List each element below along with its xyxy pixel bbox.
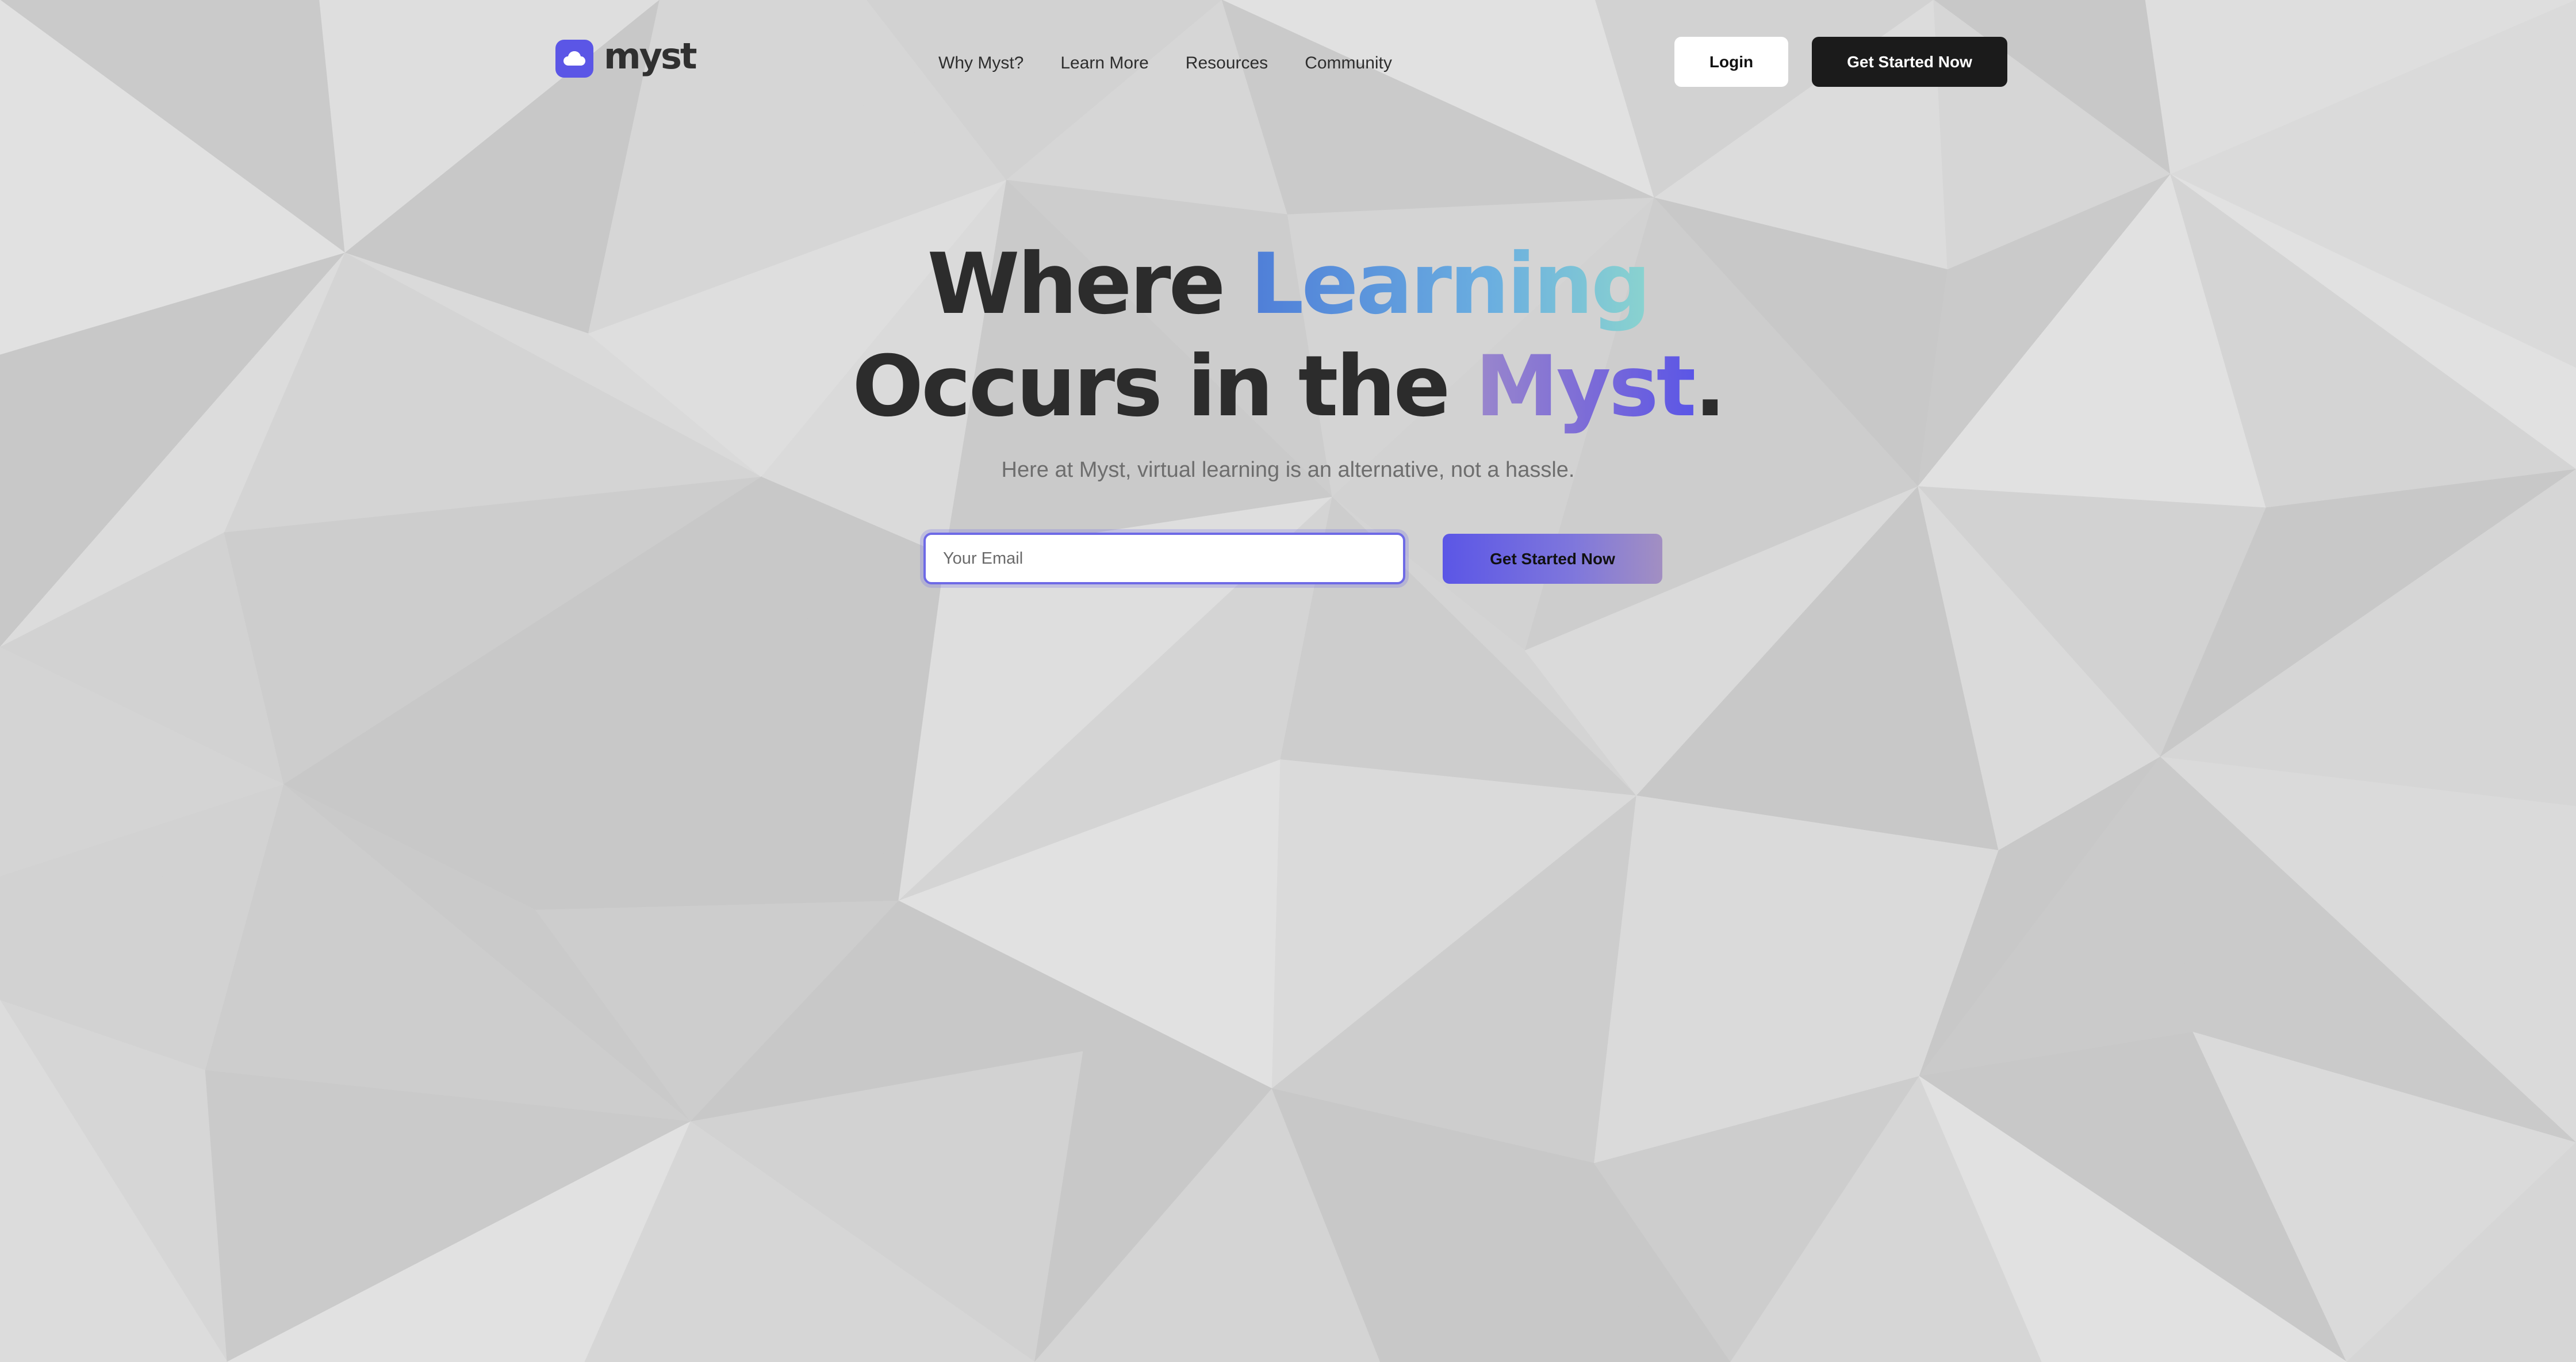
hero-title-part: Where <box>927 235 1251 333</box>
nav-link-community[interactable]: Community <box>1305 53 1392 73</box>
hero-title-learning: Learning <box>1250 235 1651 333</box>
low-poly-background <box>0 0 2576 1362</box>
nav-link-why-myst[interactable]: Why Myst? <box>938 53 1023 73</box>
main-nav: Why Myst? Learn More Resources Community <box>920 46 1410 81</box>
login-button[interactable]: Login <box>1674 37 1788 87</box>
brand-name: myst <box>604 35 697 77</box>
hero-title: Where Learning Occurs in the Myst. <box>0 233 2576 438</box>
get-started-hero-button[interactable]: Get Started Now <box>1443 534 1662 584</box>
nav-link-learn-more[interactable]: Learn More <box>1060 53 1148 73</box>
brand-logo[interactable]: myst <box>555 35 697 82</box>
get-started-header-button[interactable]: Get Started Now <box>1812 37 2007 87</box>
cloud-icon <box>555 40 593 78</box>
hero-subtitle: Here at Myst, virtual learning is an alt… <box>1001 458 1575 482</box>
landing-page: myst Why Myst? Learn More Resources Comm… <box>0 0 2576 1362</box>
nav-link-resources[interactable]: Resources <box>1186 53 1268 73</box>
hero-title-myst: Myst <box>1475 338 1696 435</box>
hero-title-period: . <box>1694 338 1726 435</box>
hero-title-part: Occurs in the <box>852 338 1475 435</box>
email-input[interactable] <box>923 533 1405 584</box>
